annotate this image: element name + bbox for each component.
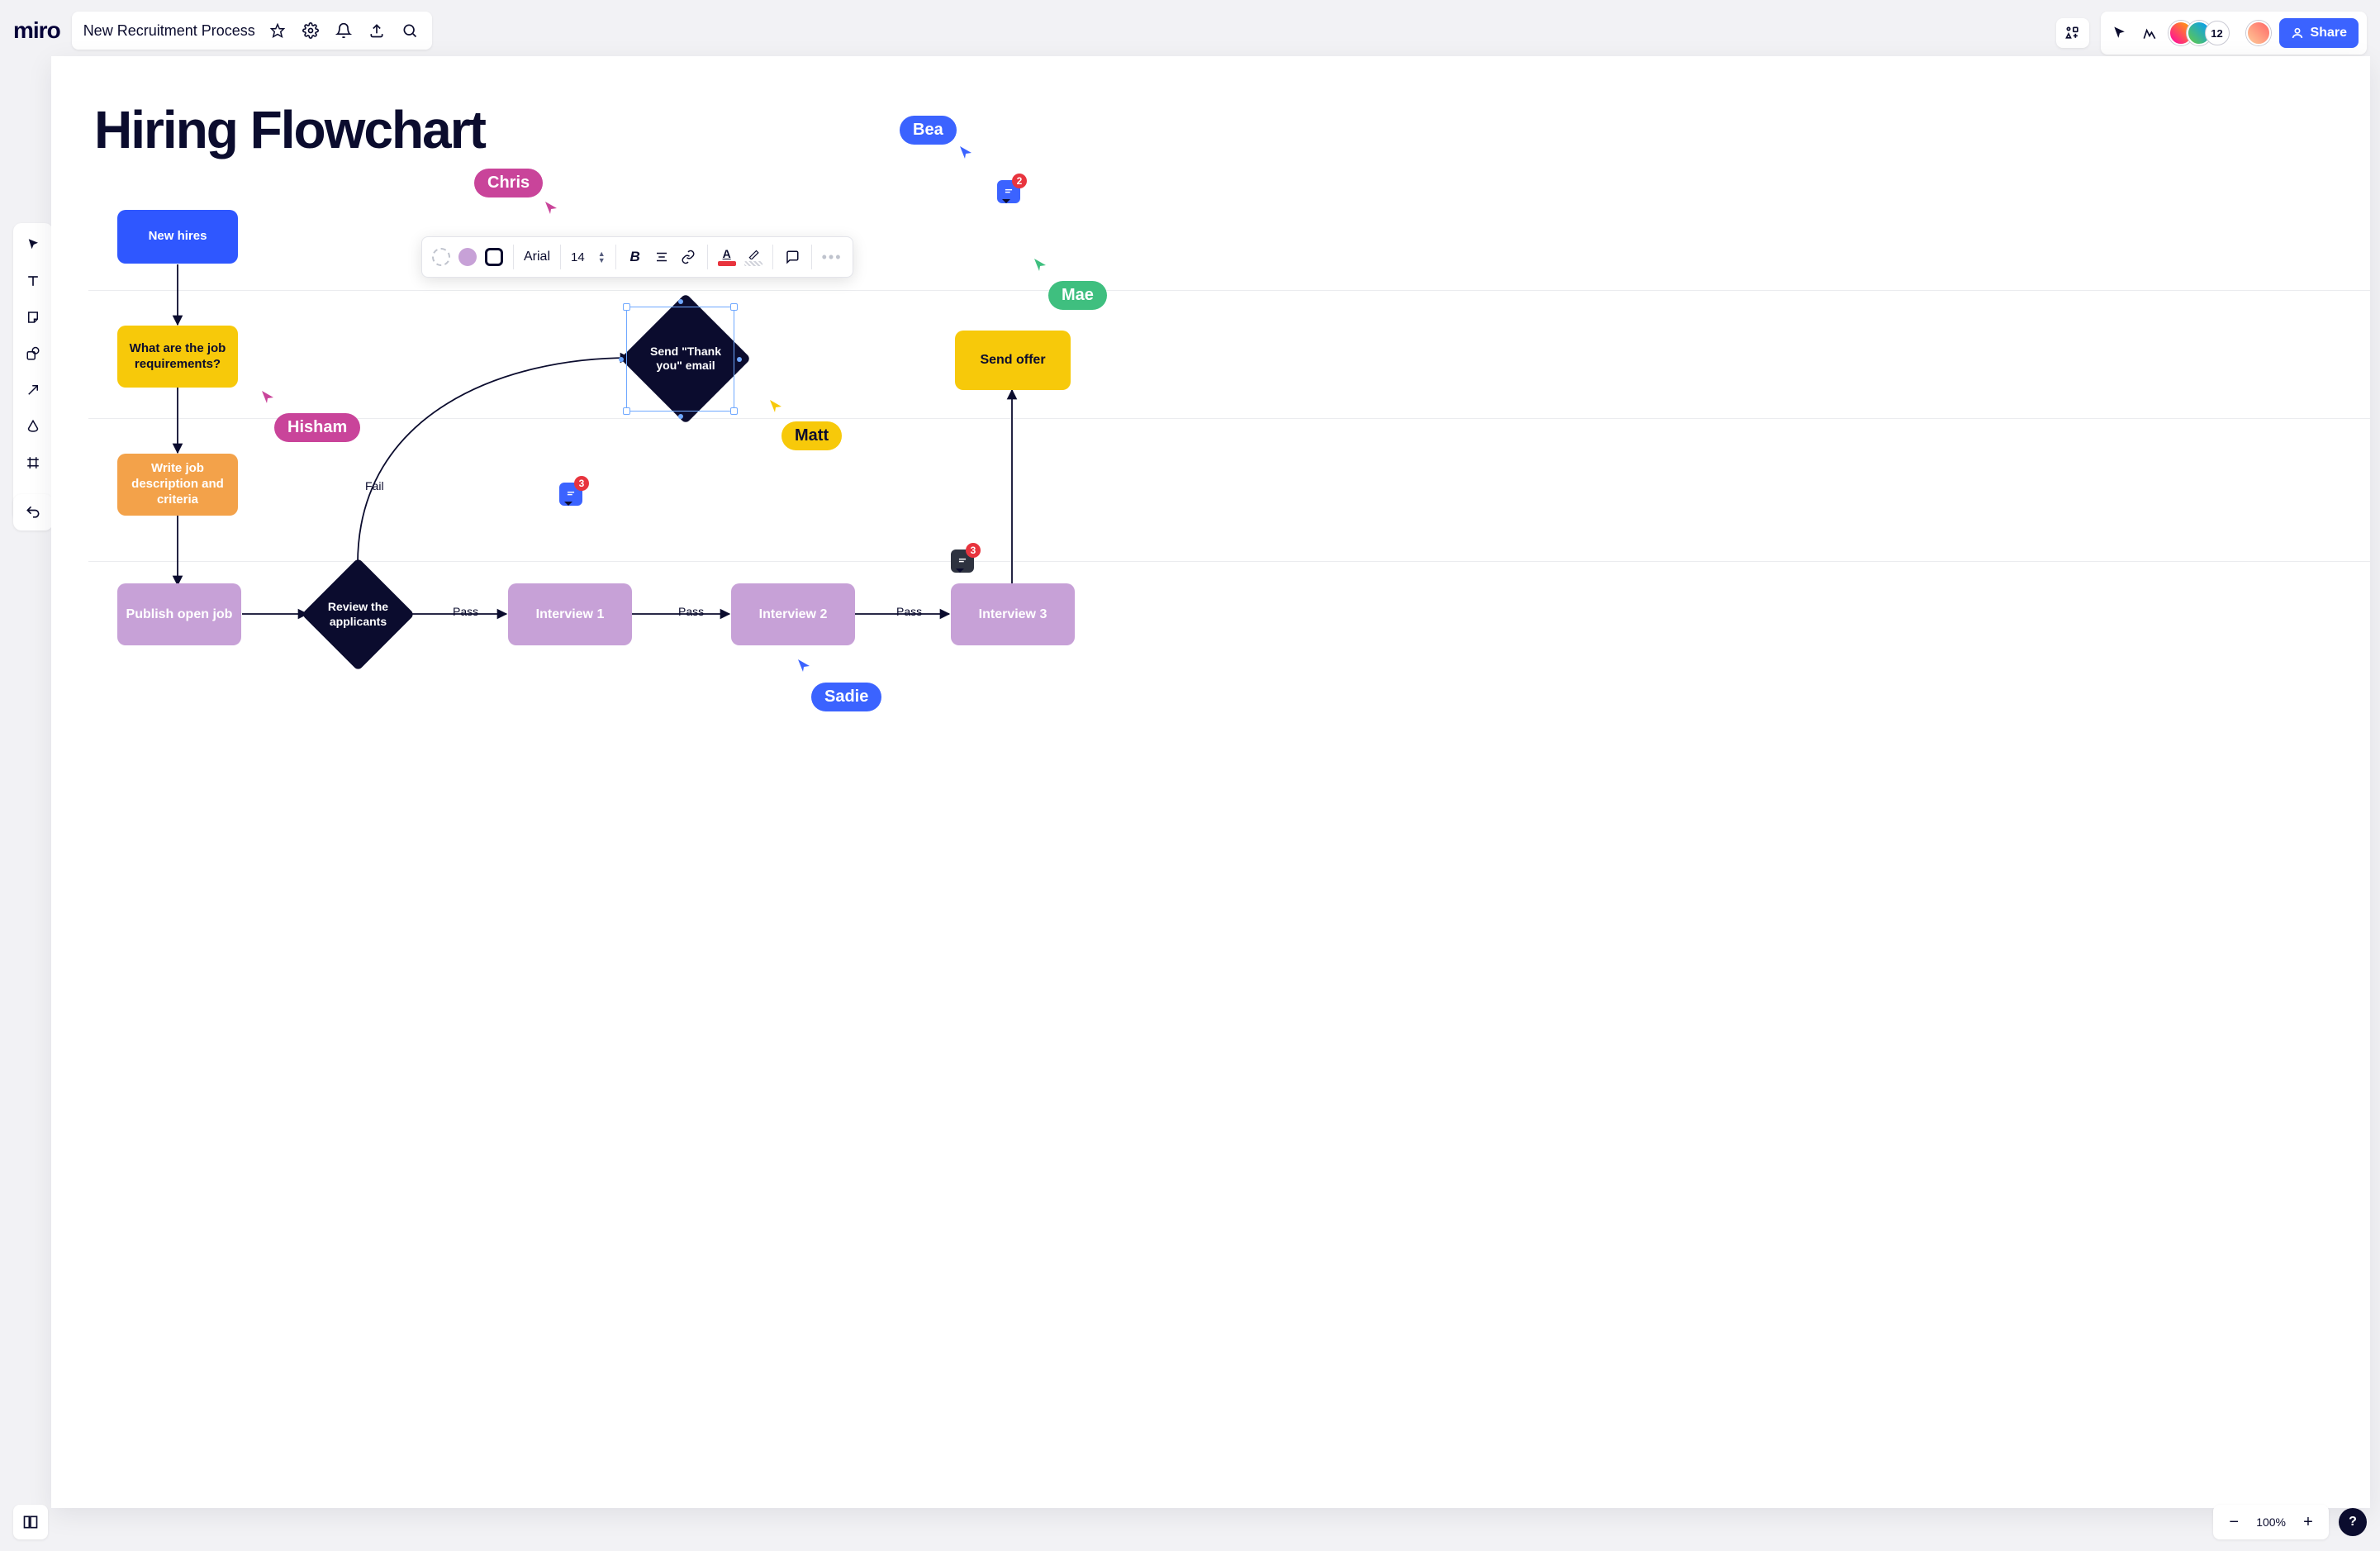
comment-thread[interactable]: 3 <box>559 483 582 506</box>
lane-divider <box>88 418 2370 419</box>
cursor-mae-arrow <box>1033 257 1047 272</box>
node-send-offer[interactable]: Send offer <box>955 331 1071 390</box>
node-interview-3[interactable]: Interview 3 <box>951 583 1075 645</box>
frames-panel-button[interactable] <box>13 1505 48 1539</box>
edge-label-fail: Fail <box>365 479 384 492</box>
node-review-label: Review the applicants <box>318 574 398 654</box>
node-review[interactable]: Review the applicants <box>318 574 398 654</box>
cursor-matt-label: Matt <box>781 421 842 450</box>
bottom-right-cluster: − 100% + ? <box>2213 1505 2367 1539</box>
link-icon[interactable] <box>679 248 697 266</box>
share-button[interactable]: Share <box>2279 18 2359 48</box>
presence-panel: 12 Share <box>2101 12 2367 55</box>
cursor-hisham-arrow <box>260 389 275 404</box>
edge-label-pass: Pass <box>453 605 478 618</box>
comment-thread[interactable]: 2 <box>997 180 1020 203</box>
cursor-hisham-label: Hisham <box>274 413 360 442</box>
cursor-sadie-arrow <box>796 658 811 673</box>
edge-label-pass: Pass <box>678 605 704 618</box>
node-publish[interactable]: Publish open job <box>117 583 241 645</box>
node-write-description[interactable]: Write job description and criteria <box>117 454 238 516</box>
edge-label-pass: Pass <box>896 605 922 618</box>
zoom-out-button[interactable]: − <box>2223 1511 2245 1533</box>
help-button[interactable]: ? <box>2339 1508 2367 1536</box>
text-color-icon[interactable]: A <box>718 248 736 266</box>
comment-count: 2 <box>1012 174 1027 188</box>
bold-icon[interactable]: B <box>626 248 644 266</box>
tool-frame[interactable] <box>18 448 48 478</box>
search-icon[interactable] <box>399 20 420 41</box>
comment-icon[interactable] <box>783 248 801 266</box>
cursor-bea-label: Bea <box>900 116 957 145</box>
zoom-panel: − 100% + <box>2213 1505 2329 1539</box>
bell-icon[interactable] <box>333 20 354 41</box>
cursor-mae-label: Mae <box>1048 281 1107 310</box>
comment-count: 3 <box>574 476 589 491</box>
canvas-frame[interactable]: Hiring Flowchart <box>51 56 2370 1508</box>
left-toolbar <box>13 223 53 521</box>
settings-icon[interactable] <box>300 20 321 41</box>
node-interview-2[interactable]: Interview 2 <box>731 583 855 645</box>
cursor-chris-arrow <box>544 200 558 215</box>
node-requirements[interactable]: What are the job requirements? <box>117 326 238 388</box>
board-title-chip: New Recruitment Process <box>72 12 432 50</box>
avatar-self[interactable] <box>2246 21 2271 45</box>
fill-color-swatch[interactable] <box>458 248 477 266</box>
undo-button[interactable] <box>13 494 53 530</box>
reactions-icon[interactable] <box>2139 22 2160 44</box>
selection-bounds[interactable] <box>626 307 734 412</box>
star-icon[interactable] <box>267 20 288 41</box>
context-toolbar: Arial 14 ▲▼ B A <box>421 236 853 278</box>
lane-divider <box>88 290 2370 291</box>
tool-shape[interactable] <box>18 339 48 369</box>
font-family[interactable]: Arial <box>524 250 550 264</box>
zoom-level[interactable]: 100% <box>2256 1515 2286 1529</box>
cursor-matt-arrow <box>768 398 783 413</box>
more-icon[interactable]: ••• <box>822 249 843 266</box>
zoom-in-button[interactable]: + <box>2297 1511 2319 1533</box>
cursor-sadie-label: Sadie <box>811 683 881 711</box>
tool-text[interactable] <box>18 266 48 296</box>
tool-arrow[interactable] <box>18 375 48 405</box>
apps-button[interactable] <box>2056 18 2089 48</box>
cursor-chris-label: Chris <box>474 169 543 197</box>
upload-icon[interactable] <box>366 20 387 41</box>
node-new-hires[interactable]: New hires <box>117 210 238 264</box>
border-style-swatch[interactable] <box>432 248 450 266</box>
logo[interactable]: miro <box>13 17 60 44</box>
tool-select[interactable] <box>18 230 48 259</box>
chart-title: Hiring Flowchart <box>94 99 485 160</box>
share-label: Share <box>2311 26 2347 40</box>
align-icon[interactable] <box>653 248 671 266</box>
board-title[interactable]: New Recruitment Process <box>83 22 255 40</box>
font-size[interactable]: 14 <box>571 250 585 264</box>
arrows-layer <box>51 56 2370 1508</box>
top-right-cluster: 12 Share <box>2056 12 2367 55</box>
tool-sticky[interactable] <box>18 302 48 332</box>
app-root: miro New Recruitment Process <box>0 0 2380 1551</box>
font-size-stepper[interactable]: ▲▼ <box>598 250 606 264</box>
highlight-icon[interactable] <box>744 248 762 266</box>
cursor-bea-arrow <box>958 145 973 159</box>
node-interview-1[interactable]: Interview 1 <box>508 583 632 645</box>
top-left-cluster: miro New Recruitment Process <box>13 12 432 50</box>
pointer-mode-icon[interactable] <box>2109 22 2131 44</box>
tool-pen[interactable] <box>18 412 48 441</box>
comment-count: 3 <box>966 543 981 558</box>
canvas[interactable]: Hiring Flowchart <box>51 56 2370 1508</box>
comment-thread[interactable]: 3 <box>951 550 974 573</box>
shape-type-swatch[interactable] <box>485 248 503 266</box>
lane-divider <box>88 561 2370 562</box>
avatar-overflow-count[interactable]: 12 <box>2205 21 2230 45</box>
